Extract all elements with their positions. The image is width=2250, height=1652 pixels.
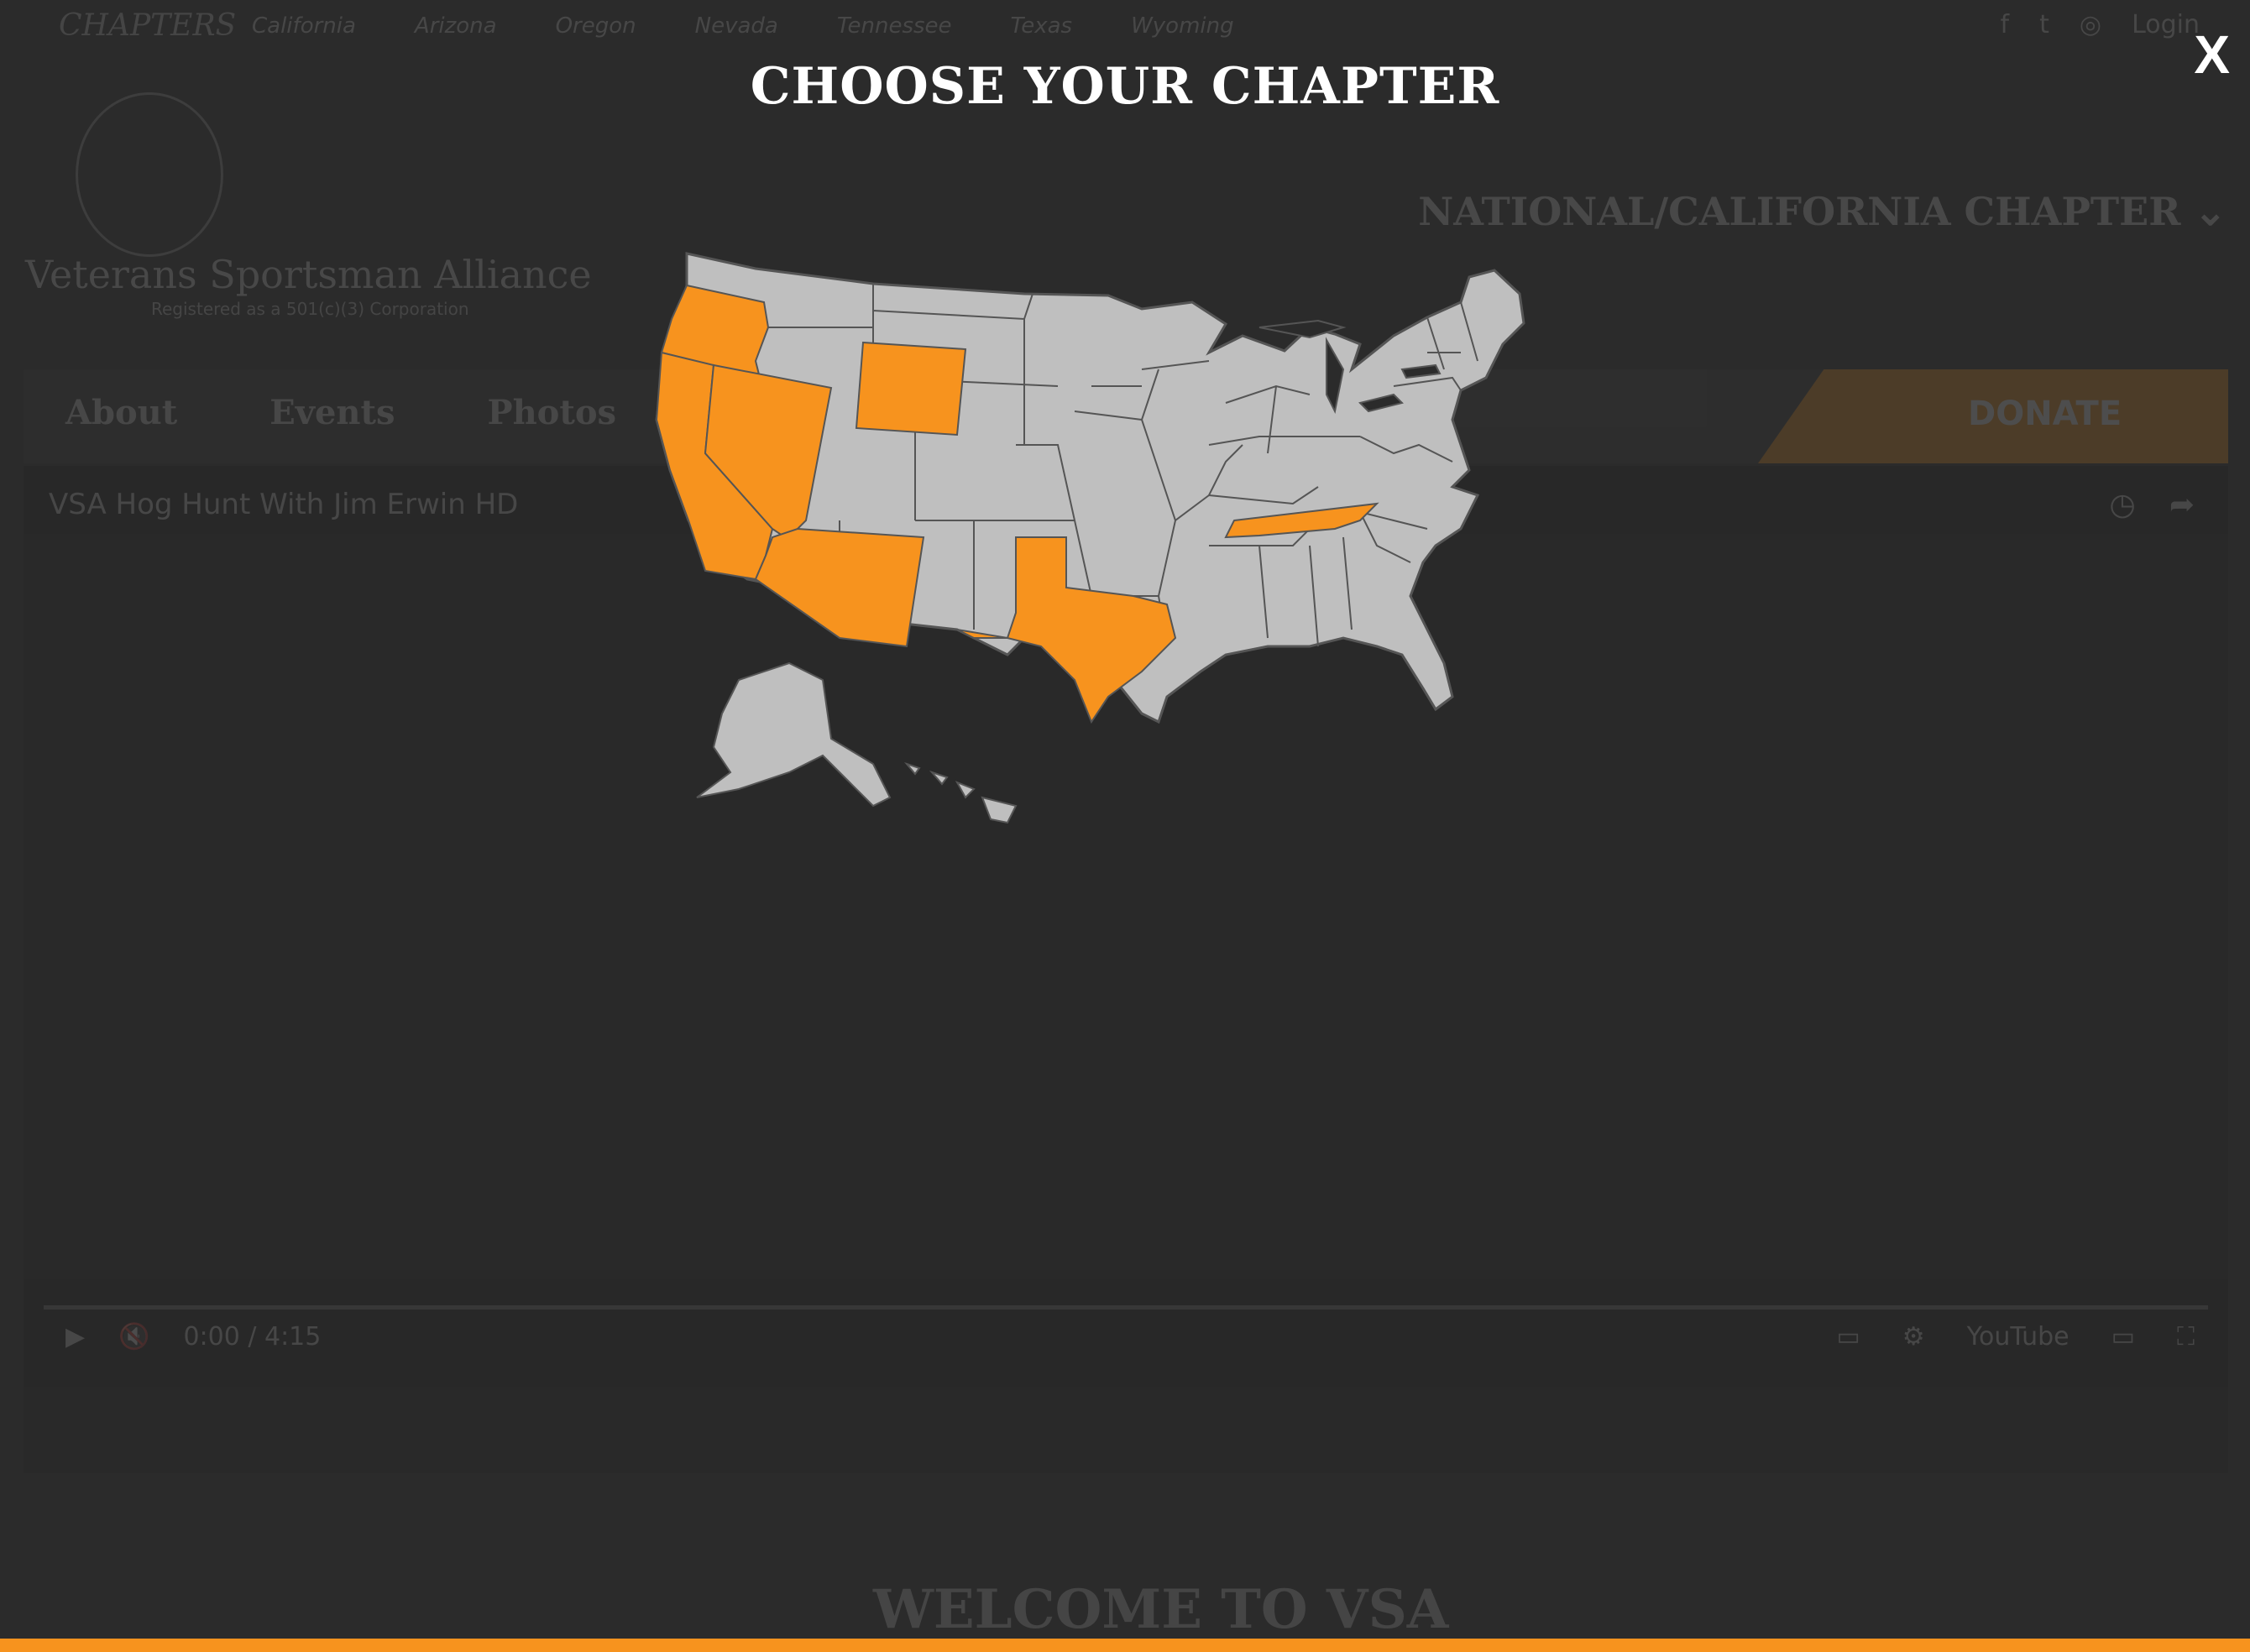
us-map — [655, 252, 1525, 824]
state-alaska[interactable] — [696, 661, 892, 808]
state-hawaii[interactable] — [903, 761, 1018, 824]
state-wyoming[interactable] — [855, 341, 967, 437]
close-button[interactable]: X — [2194, 24, 2230, 86]
chapter-modal: CHOOSE YOUR CHAPTER X — [0, 0, 2250, 1652]
modal-title: CHOOSE YOUR CHAPTER — [750, 57, 1500, 116]
state-arizona[interactable] — [754, 527, 925, 648]
